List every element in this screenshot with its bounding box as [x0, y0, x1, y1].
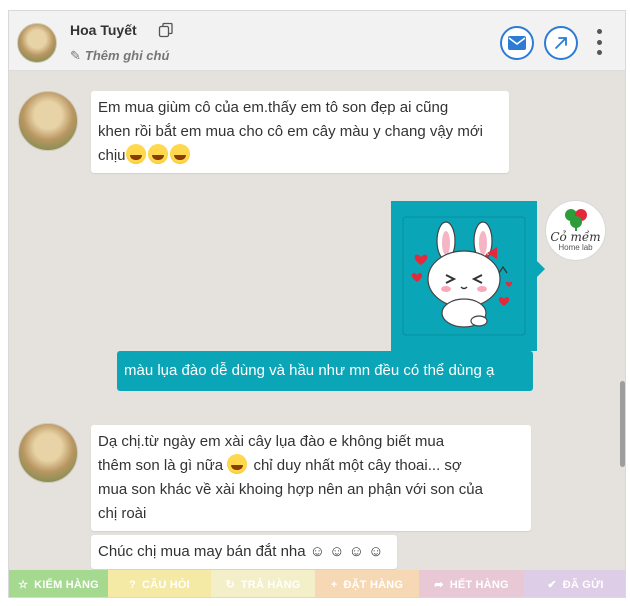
- message-line: mua son khác về xài khoing hợp nên an ph…: [98, 481, 483, 498]
- action-da-gui-button[interactable]: ✔ ĐÃ GỬI: [524, 570, 625, 597]
- scrollbar-thumb[interactable]: [620, 381, 625, 467]
- message-line: chịu: [98, 144, 502, 168]
- edit-note-icon: ✎: [70, 48, 81, 63]
- message-line: Dạ chị.từ ngày em xài cây lụa đào e khôn…: [98, 433, 445, 450]
- contact-name[interactable]: Hoa Tuyết: [70, 22, 137, 38]
- sender-avatar[interactable]: [18, 423, 78, 483]
- action-label: HẾT HÀNG: [449, 578, 509, 591]
- chat-header: Hoa Tuyết ✎ Thêm ghi chú: [9, 11, 625, 71]
- open-external-button[interactable]: [544, 26, 578, 60]
- action-label: TRẢ HÀNG: [240, 578, 301, 591]
- check-icon: ✔: [547, 579, 557, 591]
- action-dat-hang-button[interactable]: + ĐẶT HÀNG: [315, 570, 419, 597]
- message-line: khen rồi bắt em mua cho cô em cây màu y …: [98, 123, 484, 140]
- clover-icon: [565, 209, 587, 231]
- action-kiem-hang-button[interactable]: ☆ KIẾM HÀNG: [9, 570, 108, 597]
- sender-avatar[interactable]: [18, 91, 78, 151]
- quick-action-bar: ☆ KIẾM HÀNG ? CÂU HỎI ↻ TRẢ HÀNG + ĐẶT HÀNG …: [9, 570, 625, 597]
- add-note-link[interactable]: ✎ Thêm ghi chú: [70, 48, 169, 64]
- message-line-text: chỉ duy nhất một cây thoai... sợ: [253, 457, 462, 474]
- refresh-icon: ↻: [225, 579, 235, 591]
- action-tra-hang-button[interactable]: ↻ TRẢ HÀNG: [211, 570, 315, 597]
- more-options-button[interactable]: [592, 29, 606, 55]
- message-line: thêm son là gì nữa chỉ duy nhất một cây …: [98, 454, 524, 478]
- action-het-hang-button[interactable]: ➦ HẾT HÀNG: [419, 570, 524, 597]
- dot-icon: [596, 29, 602, 34]
- action-label: ĐÃ GỬI: [562, 578, 604, 591]
- action-label: ĐẶT HÀNG: [343, 578, 404, 591]
- bunny-sticker-icon: [402, 216, 526, 336]
- message-line-text: chịu: [98, 147, 126, 164]
- brand-name: Cỏ mềm: [550, 230, 601, 244]
- sticker-message[interactable]: [391, 201, 545, 351]
- action-label: KIẾM HÀNG: [34, 578, 99, 591]
- laughing-tears-emoji-icon: [125, 144, 146, 164]
- incoming-message: Chúc chị mua may bán đắt nha ☺ ☺ ☺ ☺: [91, 535, 397, 569]
- outgoing-message: màu lụa đào dễ dùng và hầu như mn đều có…: [117, 351, 533, 391]
- envelope-icon: [508, 36, 526, 50]
- arrow-up-right-icon: [555, 37, 567, 49]
- action-cau-hoi-button[interactable]: ? CÂU HỎI: [108, 570, 211, 597]
- message-line: chị roài: [98, 505, 147, 522]
- message-text: Chúc chị mua may bán đắt nha ☺ ☺ ☺ ☺: [98, 543, 384, 560]
- question-icon: ?: [129, 578, 137, 591]
- copy-icon[interactable]: [158, 22, 174, 38]
- email-button[interactable]: [500, 26, 534, 60]
- dot-icon: [596, 50, 602, 55]
- laughing-tears-emoji-icon: [147, 144, 168, 164]
- message-line: Em mua giùm cô của em.thấy em tô son đẹp…: [98, 99, 449, 116]
- share-icon: ➦: [434, 579, 444, 591]
- brand-subtitle: Home lab: [558, 243, 593, 252]
- message-text: màu lụa đào dễ dùng và hầu như mn đều có…: [124, 362, 495, 379]
- action-label: CÂU HỎI: [142, 578, 190, 591]
- incoming-message: Em mua giùm cô của em.thấy em tô son đẹp…: [91, 91, 509, 173]
- laughing-tears-emoji-icon: [169, 144, 190, 164]
- plus-icon: +: [330, 578, 338, 591]
- brand-avatar[interactable]: Cỏ mềm Home lab: [545, 200, 606, 261]
- dot-icon: [596, 39, 602, 45]
- contact-avatar[interactable]: [17, 23, 57, 63]
- star-icon: ☆: [18, 579, 29, 591]
- chat-window: Hoa Tuyết ✎ Thêm ghi chú Em mua giùm cô c…: [8, 10, 626, 598]
- add-note-label: Thêm ghi chú: [84, 48, 170, 63]
- incoming-message: Dạ chị.từ ngày em xài cây lụa đào e khôn…: [91, 425, 531, 531]
- laughing-tears-emoji-icon: [227, 454, 248, 474]
- message-line-text: thêm son là gì nữa: [98, 457, 224, 474]
